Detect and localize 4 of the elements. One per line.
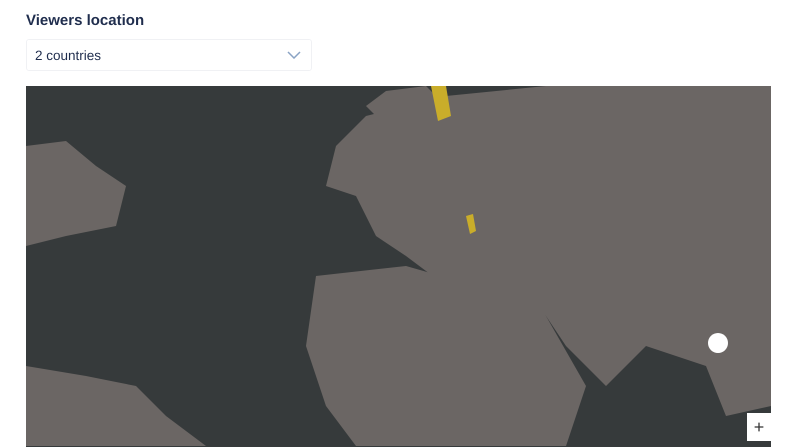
- chevron-down-icon: [287, 51, 301, 59]
- zoom-in-button[interactable]: +: [747, 413, 771, 441]
- section-title: Viewers location: [26, 12, 146, 29]
- countries-dropdown[interactable]: 2 countries: [26, 39, 312, 71]
